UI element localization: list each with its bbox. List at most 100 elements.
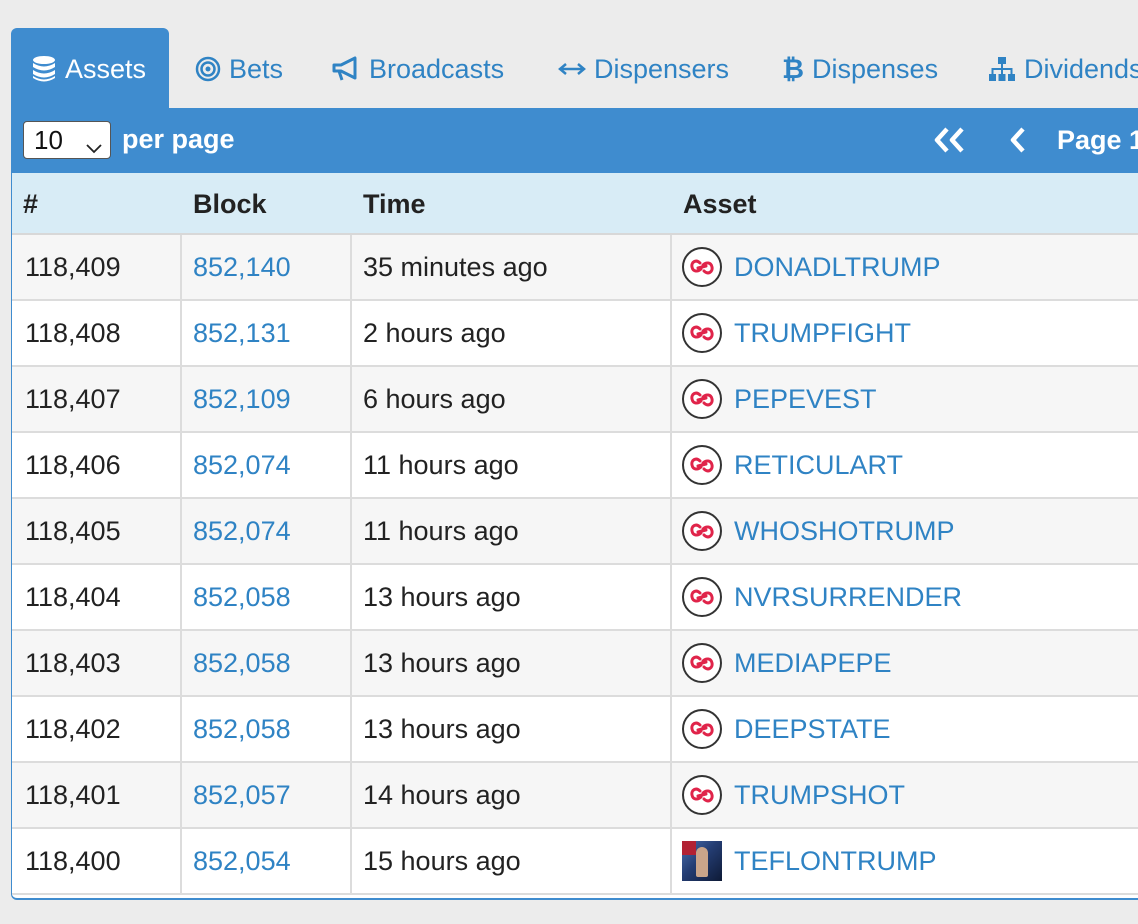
block-link[interactable]: 852,140	[182, 235, 352, 299]
block-link[interactable]: 852,131	[182, 301, 352, 365]
counterparty-icon	[682, 379, 722, 419]
asset-link[interactable]: TRUMPFIGHT	[734, 318, 911, 349]
counterparty-icon	[682, 511, 722, 551]
table-row: 118,404 852,058 13 hours ago NVRSURRENDER	[12, 565, 1138, 631]
table-row: 118,409 852,140 35 minutes ago DONADLTRUMP	[12, 235, 1138, 301]
asset-cell: RETICULART	[672, 433, 1138, 497]
tab-label: Dividends	[1024, 53, 1138, 84]
block-link[interactable]: 852,058	[182, 631, 352, 695]
column-header-asset: Asset	[683, 189, 757, 219]
row-time: 13 hours ago	[352, 565, 672, 629]
bullhorn-icon	[331, 56, 361, 82]
arrows-horizontal-icon	[558, 59, 586, 79]
asset-link[interactable]: DEEPSTATE	[734, 714, 891, 745]
asset-cell: NVRSURRENDER	[672, 565, 1138, 629]
column-header-block: Block	[193, 189, 267, 219]
block-link[interactable]: 852,057	[182, 763, 352, 827]
row-time: 11 hours ago	[352, 499, 672, 563]
row-number: 118,407	[12, 367, 182, 431]
asset-cell: DONADLTRUMP	[672, 235, 1138, 299]
row-time: 15 hours ago	[352, 829, 672, 893]
asset-image-thumbnail	[682, 841, 722, 881]
table-row: 118,407 852,109 6 hours ago PEPEVEST	[12, 367, 1138, 433]
asset-link[interactable]: MEDIAPEPE	[734, 648, 892, 679]
tab-assets[interactable]: Assets	[11, 28, 169, 110]
bitcoin-icon: ₿	[782, 53, 805, 84]
tab-bets[interactable]: Bets	[195, 28, 283, 110]
target-icon	[195, 56, 221, 82]
pagination-bar: 10 per page Page 1	[12, 108, 1138, 173]
block-link[interactable]: 852,074	[182, 433, 352, 497]
tab-label: Assets	[65, 53, 147, 84]
counterparty-icon	[682, 577, 722, 617]
tab-broadcasts[interactable]: Broadcasts	[331, 28, 504, 110]
asset-cell: PEPEVEST	[672, 367, 1138, 431]
row-time: 35 minutes ago	[352, 235, 672, 299]
asset-cell: WHOSHOTRUMP	[672, 499, 1138, 563]
tab-dispensers[interactable]: Dispensers	[558, 28, 729, 110]
table-row: 118,408 852,131 2 hours ago TRUMPFIGHT	[12, 301, 1138, 367]
asset-cell: TRUMPFIGHT	[672, 301, 1138, 365]
table-row: 118,405 852,074 11 hours ago WHOSHOTRUMP	[12, 499, 1138, 565]
asset-cell: TRUMPSHOT	[672, 763, 1138, 827]
sitemap-icon	[988, 56, 1016, 82]
row-time: 6 hours ago	[352, 367, 672, 431]
table-row: 118,402 852,058 13 hours ago DEEPSTATE	[12, 697, 1138, 763]
row-time: 13 hours ago	[352, 697, 672, 761]
row-number: 118,401	[12, 763, 182, 827]
counterparty-icon	[682, 775, 722, 815]
tab-label: Broadcasts	[369, 53, 505, 84]
asset-link[interactable]: RETICULART	[734, 450, 903, 481]
database-icon	[31, 55, 57, 83]
row-number: 118,404	[12, 565, 182, 629]
per-page-label: per page	[122, 124, 235, 154]
asset-link[interactable]: TEFLONTRUMP	[734, 846, 937, 877]
row-time: 14 hours ago	[352, 763, 672, 827]
tab-label: Dispensers	[594, 53, 730, 84]
row-number: 118,400	[12, 829, 182, 893]
counterparty-icon	[682, 313, 722, 353]
asset-cell: TEFLONTRUMP	[672, 829, 1138, 893]
asset-link[interactable]: PEPEVEST	[734, 384, 877, 415]
row-number: 118,405	[12, 499, 182, 563]
block-link[interactable]: 852,058	[182, 697, 352, 761]
asset-cell: DEEPSTATE	[672, 697, 1138, 761]
column-header-number: #	[23, 189, 39, 219]
asset-link[interactable]: WHOSHOTRUMP	[734, 516, 954, 547]
first-page-icon[interactable]	[930, 125, 970, 160]
tab-label: Bets	[229, 53, 284, 84]
tab-dividends[interactable]: Dividends	[988, 28, 1138, 110]
table-row: 118,406 852,074 11 hours ago RETICULART	[12, 433, 1138, 499]
counterparty-icon	[682, 445, 722, 485]
table-header: # Block Time Asset	[12, 173, 1138, 235]
per-page-select[interactable]: 10	[23, 121, 111, 159]
block-link[interactable]: 852,054	[182, 829, 352, 893]
row-time: 13 hours ago	[352, 631, 672, 695]
assets-panel: 10 per page Page 1 # Block Time Asset 11…	[11, 108, 1138, 900]
column-header-time: Time	[363, 189, 426, 219]
block-link[interactable]: 852,109	[182, 367, 352, 431]
counterparty-icon	[682, 247, 722, 287]
page-indicator: Page 1	[1057, 125, 1138, 155]
per-page-value: 10	[34, 124, 63, 155]
tab-label: Dispenses	[812, 53, 939, 84]
asset-link[interactable]: DONADLTRUMP	[734, 252, 941, 283]
table-row: 118,400 852,054 15 hours ago TEFLONTRUMP	[12, 829, 1138, 895]
tab-bar: Assets Bets Broadcasts Dispensers ₿ Disp…	[0, 0, 1138, 110]
counterparty-icon	[682, 709, 722, 749]
row-time: 2 hours ago	[352, 301, 672, 365]
asset-link[interactable]: TRUMPSHOT	[734, 780, 905, 811]
asset-link[interactable]: NVRSURRENDER	[734, 582, 962, 613]
chevron-down-icon	[86, 132, 102, 163]
row-number: 118,406	[12, 433, 182, 497]
table-row: 118,403 852,058 13 hours ago MEDIAPEPE	[12, 631, 1138, 697]
row-time: 11 hours ago	[352, 433, 672, 497]
counterparty-icon	[682, 643, 722, 683]
block-link[interactable]: 852,074	[182, 499, 352, 563]
row-number: 118,408	[12, 301, 182, 365]
row-number: 118,403	[12, 631, 182, 695]
tab-dispenses[interactable]: ₿ Dispenses	[782, 28, 938, 110]
block-link[interactable]: 852,058	[182, 565, 352, 629]
asset-cell: MEDIAPEPE	[672, 631, 1138, 695]
previous-page-icon[interactable]	[1006, 125, 1030, 160]
